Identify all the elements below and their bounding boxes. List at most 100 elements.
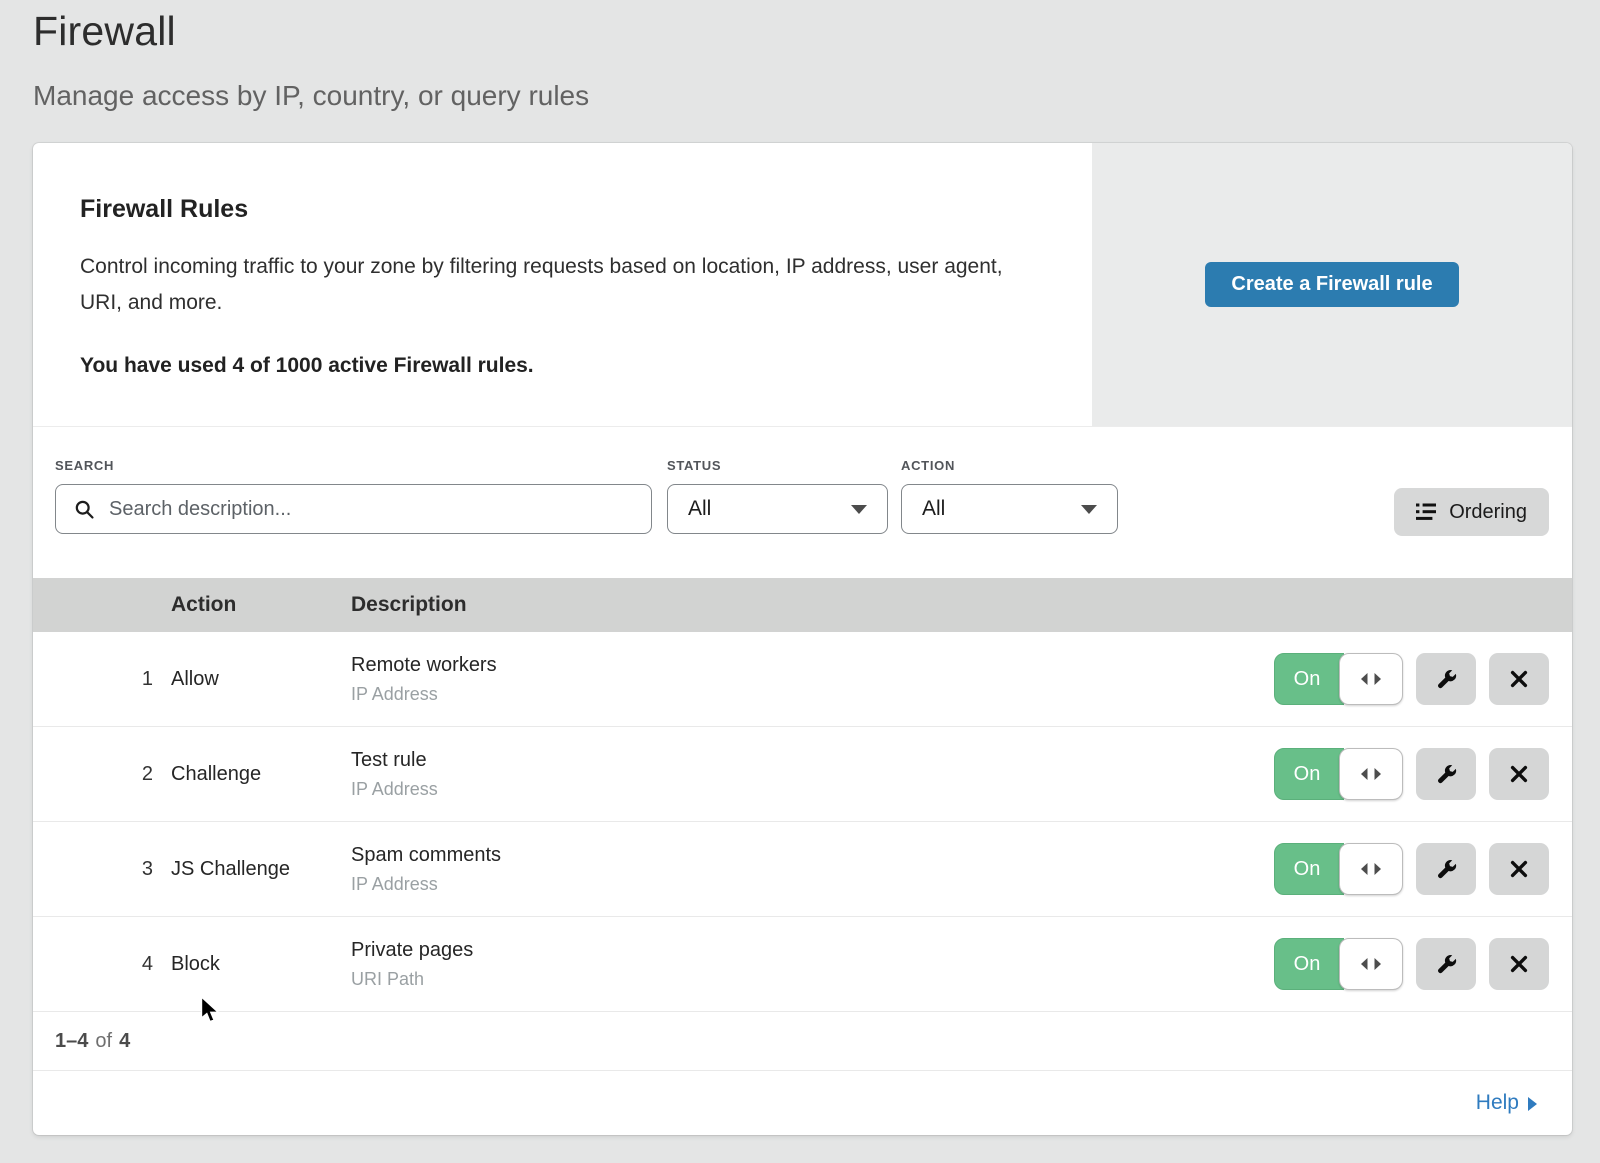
action-column-header: Action: [171, 593, 351, 617]
rule-description-cell: Remote workers IP Address: [351, 654, 1274, 705]
search-icon: [74, 499, 95, 520]
rule-priority: 3: [33, 858, 171, 881]
rule-enabled-toggle[interactable]: On: [1274, 748, 1403, 800]
rule-description: Remote workers: [351, 654, 1274, 677]
toggle-state-label: On: [1274, 938, 1344, 990]
rule-match-type: IP Address: [351, 779, 1274, 800]
firewall-rules-card: Firewall Rules Control incoming traffic …: [33, 143, 1572, 1135]
delete-rule-button[interactable]: [1489, 938, 1549, 990]
wrench-icon: [1435, 953, 1458, 976]
rule-description-cell: Private pages URI Path: [351, 939, 1274, 990]
toggle-state-label: On: [1274, 653, 1344, 705]
left-right-arrows-icon: [1358, 862, 1384, 876]
rule-description: Spam comments: [351, 844, 1274, 867]
arrow-right-icon: [1528, 1097, 1537, 1111]
help-link[interactable]: Help: [1476, 1091, 1537, 1115]
search-box: [55, 484, 652, 534]
delete-rule-button[interactable]: [1489, 748, 1549, 800]
left-right-arrows-icon: [1358, 957, 1384, 971]
left-right-arrows-icon: [1358, 672, 1384, 686]
search-label: SEARCH: [55, 458, 652, 473]
card-footer: Help: [33, 1071, 1572, 1135]
table-row: 1 Allow Remote workers IP Address On: [33, 632, 1572, 727]
rule-action: Block: [171, 953, 351, 976]
page-header: Firewall Manage access by IP, country, o…: [0, 0, 1600, 112]
edit-rule-button[interactable]: [1416, 653, 1476, 705]
rule-controls: On: [1274, 653, 1572, 705]
pagination-of: of: [95, 1030, 112, 1053]
rule-match-type: URI Path: [351, 969, 1274, 990]
toggle-handle[interactable]: [1339, 653, 1403, 705]
action-label: ACTION: [901, 458, 1118, 473]
rule-action: JS Challenge: [171, 858, 351, 881]
rule-action: Allow: [171, 668, 351, 691]
pagination: 1–4 of 4: [33, 1012, 1572, 1071]
wrench-icon: [1435, 858, 1458, 881]
rule-priority: 4: [33, 953, 171, 976]
edit-rule-button[interactable]: [1416, 938, 1476, 990]
rule-description-cell: Test rule IP Address: [351, 749, 1274, 800]
table-row: 2 Challenge Test rule IP Address On: [33, 727, 1572, 822]
action-select[interactable]: All: [901, 484, 1118, 534]
filter-bar: SEARCH STATUS All ACTION All: [33, 427, 1572, 578]
ordering-button[interactable]: Ordering: [1394, 488, 1549, 536]
action-filter-group: ACTION All: [901, 458, 1118, 534]
status-filter-group: STATUS All: [667, 458, 888, 534]
edit-rule-button[interactable]: [1416, 843, 1476, 895]
delete-rule-button[interactable]: [1489, 843, 1549, 895]
rule-priority: 2: [33, 763, 171, 786]
rule-enabled-toggle[interactable]: On: [1274, 938, 1403, 990]
ordered-list-icon: [1416, 503, 1436, 521]
close-icon: [1509, 859, 1529, 879]
delete-rule-button[interactable]: [1489, 653, 1549, 705]
rule-controls: On: [1274, 938, 1572, 990]
left-right-arrows-icon: [1358, 767, 1384, 781]
chevron-down-icon: [1081, 505, 1097, 514]
toggle-state-label: On: [1274, 748, 1344, 800]
overview-text: Firewall Rules Control incoming traffic …: [33, 143, 1092, 426]
edit-rule-button[interactable]: [1416, 748, 1476, 800]
pagination-total: 4: [119, 1030, 130, 1053]
search-filter-group: SEARCH: [55, 458, 652, 534]
action-selected-value: All: [922, 497, 945, 521]
card-description: Control incoming traffic to your zone by…: [80, 249, 1030, 321]
rule-match-type: IP Address: [351, 684, 1274, 705]
table-row: 3 JS Challenge Spam comments IP Address …: [33, 822, 1572, 917]
overview-section: Firewall Rules Control incoming traffic …: [33, 143, 1572, 427]
create-rule-panel: Create a Firewall rule: [1092, 143, 1572, 426]
rule-description-cell: Spam comments IP Address: [351, 844, 1274, 895]
rule-action: Challenge: [171, 763, 351, 786]
toggle-handle[interactable]: [1339, 843, 1403, 895]
toggle-state-label: On: [1274, 843, 1344, 895]
status-select[interactable]: All: [667, 484, 888, 534]
status-label: STATUS: [667, 458, 888, 473]
wrench-icon: [1435, 763, 1458, 786]
rule-enabled-toggle[interactable]: On: [1274, 843, 1403, 895]
table-row: 4 Block Private pages URI Path On: [33, 917, 1572, 1012]
rule-controls: On: [1274, 843, 1572, 895]
chevron-down-icon: [851, 505, 867, 514]
create-firewall-rule-button[interactable]: Create a Firewall rule: [1205, 262, 1458, 307]
toggle-handle[interactable]: [1339, 748, 1403, 800]
wrench-icon: [1435, 668, 1458, 691]
status-selected-value: All: [688, 497, 711, 521]
close-icon: [1509, 954, 1529, 974]
ordering-button-label: Ordering: [1449, 501, 1527, 524]
rule-enabled-toggle[interactable]: On: [1274, 653, 1403, 705]
toggle-handle[interactable]: [1339, 938, 1403, 990]
page-title: Firewall: [33, 8, 1570, 55]
rule-controls: On: [1274, 748, 1572, 800]
rule-priority: 1: [33, 668, 171, 691]
rule-description: Test rule: [351, 749, 1274, 772]
usage-summary: You have used 4 of 1000 active Firewall …: [80, 354, 1032, 378]
pagination-range: 1–4: [55, 1030, 88, 1053]
card-heading: Firewall Rules: [80, 195, 1032, 224]
page-subtitle: Manage access by IP, country, or query r…: [33, 80, 1570, 112]
close-icon: [1509, 669, 1529, 689]
rule-match-type: IP Address: [351, 874, 1274, 895]
rule-description: Private pages: [351, 939, 1274, 962]
close-icon: [1509, 764, 1529, 784]
search-input[interactable]: [107, 497, 637, 522]
table-header-row: Action Description: [33, 578, 1572, 632]
description-column-header: Description: [351, 593, 1572, 617]
